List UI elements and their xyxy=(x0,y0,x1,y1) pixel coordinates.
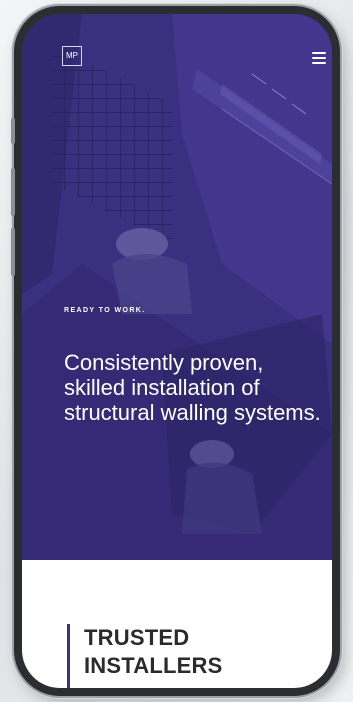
phone-frame: MP READY TO WORK. Consistently proven, s… xyxy=(14,6,340,696)
hero-background-image xyxy=(22,14,332,560)
hero-eyebrow: READY TO WORK. xyxy=(64,307,146,314)
phone-screen: MP READY TO WORK. Consistently proven, s… xyxy=(22,14,332,688)
section-title: TRUSTED INSTALLERS xyxy=(84,624,222,680)
worker-figure xyxy=(112,254,192,314)
phone-side-button-1 xyxy=(11,118,15,144)
hamburger-menu-icon[interactable] xyxy=(312,52,326,64)
trusted-installers-section: TRUSTED INSTALLERS xyxy=(22,560,332,688)
accent-bar xyxy=(67,624,70,688)
section-title-line2: INSTALLERS xyxy=(84,653,223,678)
section-title-line1: TRUSTED xyxy=(84,625,190,650)
phone-side-button-2 xyxy=(11,168,15,216)
brand-logo[interactable]: MP xyxy=(62,46,82,66)
hero-section: MP READY TO WORK. Consistently proven, s… xyxy=(22,14,332,560)
hero-headline: Consistently proven, skilled installatio… xyxy=(64,350,321,425)
phone-side-button-3 xyxy=(11,228,15,276)
